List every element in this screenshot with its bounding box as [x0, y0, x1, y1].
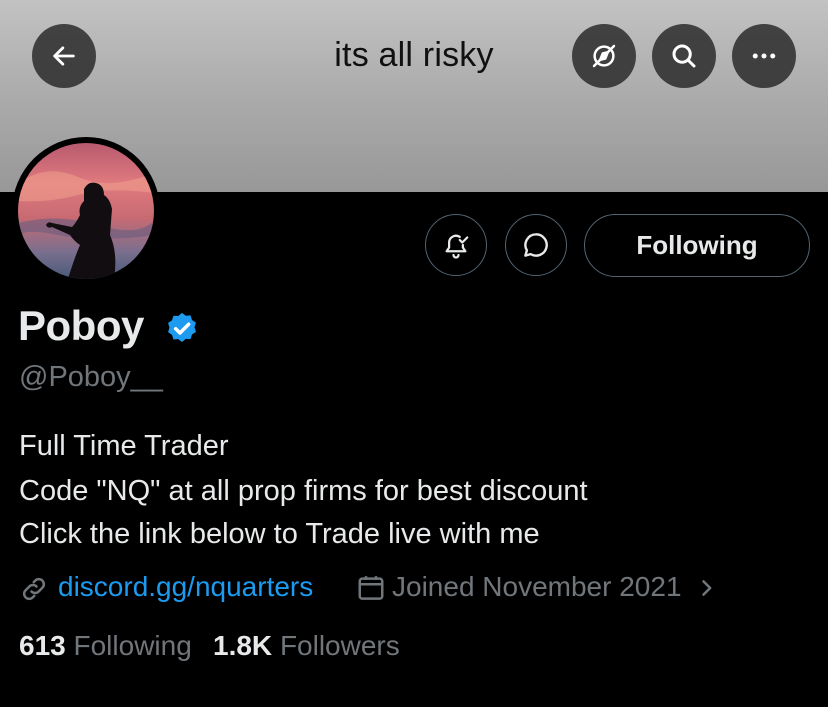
following-label: Following: [73, 630, 192, 661]
arrow-left-icon: [53, 46, 75, 66]
message-button[interactable]: [505, 214, 567, 276]
more-button[interactable]: [732, 24, 796, 88]
profile-handle: @Poboy__: [19, 361, 163, 393]
followers-stat[interactable]: 1.8K Followers: [213, 630, 400, 662]
followers-count: 1.8K: [213, 630, 273, 661]
explore-toggle-button[interactable]: [572, 24, 636, 88]
followers-label: Followers: [279, 630, 400, 661]
banner-title: its all risky: [334, 36, 494, 74]
bio-line: Click the link below to Trade live with …: [19, 518, 540, 550]
avatar[interactable]: [18, 143, 154, 279]
verified-badge-icon: [168, 312, 196, 342]
avatar-image: [18, 143, 154, 279]
bell-check-icon: [445, 234, 469, 259]
bio-line: Full Time Trader: [19, 430, 229, 462]
profile-name: Poboy: [18, 302, 144, 349]
notifications-button[interactable]: [425, 214, 487, 276]
following-count: 613: [19, 630, 66, 661]
link-icon: [22, 577, 46, 601]
chevron-right-icon[interactable]: [696, 578, 716, 598]
search-icon: [672, 44, 696, 68]
back-button[interactable]: [32, 24, 96, 88]
message-icon: [524, 233, 548, 257]
bio-line: Code "NQ" at all prop firms for best dis…: [19, 475, 588, 507]
more-icon: [752, 53, 776, 59]
search-button[interactable]: [652, 24, 716, 88]
explore-off-icon: [592, 44, 616, 68]
calendar-icon: [358, 576, 384, 600]
joined-date: Joined November 2021: [392, 571, 682, 602]
following-button[interactable]: Following: [584, 214, 810, 277]
profile-link[interactable]: discord.gg/nquarters: [58, 571, 313, 603]
following-stat[interactable]: 613 Following: [19, 630, 192, 662]
